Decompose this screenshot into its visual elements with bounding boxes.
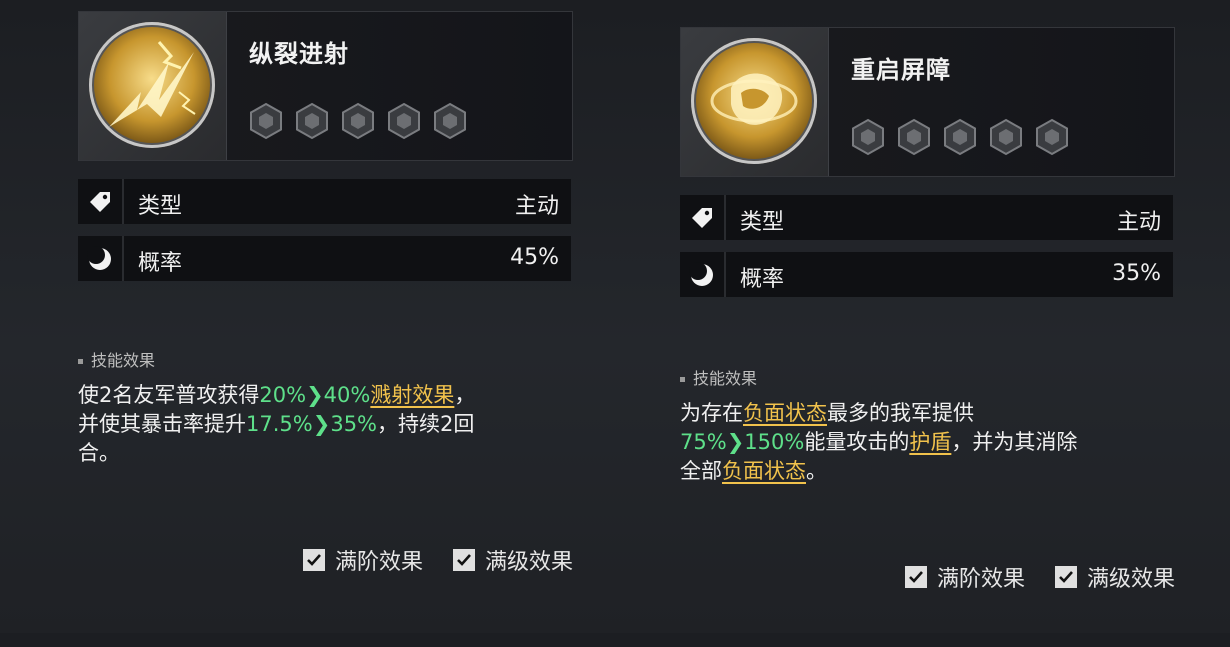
effect-checkboxes: 满阶效果 满级效果 xyxy=(302,544,573,576)
rank-pip-icon xyxy=(898,118,930,156)
rank-pip-icon xyxy=(250,102,282,140)
keyword-shield[interactable]: 护盾 xyxy=(909,430,951,454)
section-title: 技能效果 xyxy=(680,365,757,389)
checkmark-icon xyxy=(307,554,321,566)
rank-pip-icon xyxy=(944,118,976,156)
checkmark-icon xyxy=(457,554,471,566)
type-row: 类型 主动 xyxy=(78,179,571,224)
skill-description: 为存在负面状态最多的我军提供 75%❯150%能量攻击的护盾，并为其消除 全部负… xyxy=(680,401,1078,483)
moon-icon xyxy=(689,261,713,286)
max-rank-checkbox[interactable]: 满阶效果 xyxy=(302,544,423,576)
skill-description: 使2名友军普攻获得20%❯40%溅射效果， 并使其暴击率提升17.5%❯35%，… xyxy=(78,383,476,465)
rank-pip-icon xyxy=(388,102,420,140)
rank-pip-icon xyxy=(296,102,328,140)
moon-icon xyxy=(87,245,111,270)
type-value: 主动 xyxy=(514,194,559,219)
checkmark-icon xyxy=(1059,571,1073,583)
skill-name: 纵裂进射 xyxy=(249,40,349,68)
arrow-burst-icon xyxy=(89,22,215,148)
rank-pip-icon xyxy=(852,118,884,156)
type-label: 类型 xyxy=(740,210,785,235)
rank-pips xyxy=(849,118,1071,156)
skill-icon-frame xyxy=(79,12,227,160)
rate-label: 概率 xyxy=(740,267,785,292)
rank-pip-icon xyxy=(434,102,466,140)
tag-icon xyxy=(692,207,712,228)
skill-panel-right: 重启屏障 类型 主动 概率 35% 技能效果 为存在负面状态最多的我军提供 75… xyxy=(680,27,1175,647)
max-rank-checkbox[interactable]: 满阶效果 xyxy=(904,561,1025,593)
skill-header: 重启屏障 xyxy=(680,27,1175,177)
max-level-checkbox[interactable]: 满级效果 xyxy=(452,544,573,576)
rate-value: 45% xyxy=(510,245,559,270)
type-row: 类型 主动 xyxy=(680,195,1173,240)
rank-pip-icon xyxy=(990,118,1022,156)
keyword-debuff[interactable]: 负面状态 xyxy=(743,401,827,425)
shield-globe-icon xyxy=(691,38,817,164)
effect-checkboxes: 满阶效果 满级效果 xyxy=(904,561,1175,593)
rate-label: 概率 xyxy=(138,251,183,276)
rank-pip-icon xyxy=(1036,118,1068,156)
skill-header: 纵裂进射 xyxy=(78,11,573,161)
checkmark-icon xyxy=(909,571,923,583)
rank-pips xyxy=(247,102,469,140)
rank-pip-icon xyxy=(342,102,374,140)
skill-icon-frame xyxy=(681,28,829,176)
keyword-splash[interactable]: 溅射效果 xyxy=(370,383,454,407)
type-label: 类型 xyxy=(138,194,183,219)
rate-value: 35% xyxy=(1112,261,1161,286)
rate-row: 概率 35% xyxy=(680,252,1173,297)
tag-icon xyxy=(90,191,110,212)
section-title: 技能效果 xyxy=(78,347,155,371)
rate-row: 概率 45% xyxy=(78,236,571,281)
max-level-checkbox[interactable]: 满级效果 xyxy=(1054,561,1175,593)
skill-name: 重启屏障 xyxy=(851,56,951,84)
skill-panel-left: 纵裂进射 类型 主动 概率 45% 技能效果 使2名友军普攻获得20%❯40%溅… xyxy=(78,11,573,631)
keyword-debuff[interactable]: 负面状态 xyxy=(722,459,806,483)
type-value: 主动 xyxy=(1116,210,1161,235)
